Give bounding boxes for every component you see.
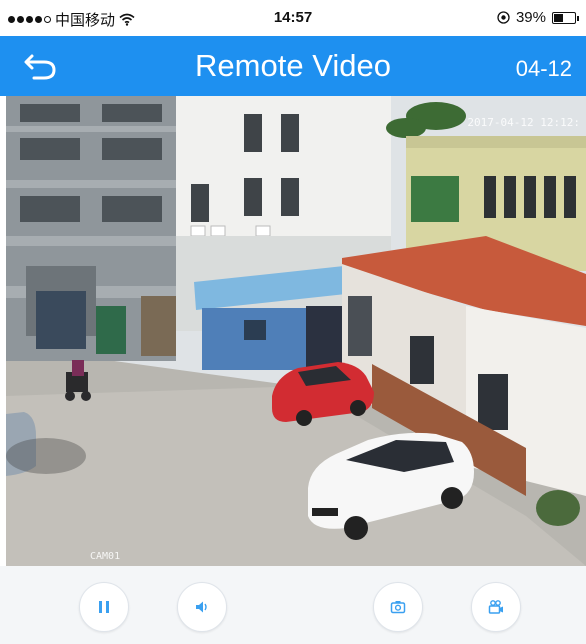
record-button[interactable]: [471, 582, 521, 632]
pause-icon: [99, 601, 109, 613]
nav-bar: Remote Video 04-12: [0, 36, 586, 96]
snapshot-button[interactable]: [373, 582, 423, 632]
video-channel-label: CAM01: [90, 551, 121, 562]
battery-icon: [552, 11, 579, 24]
video-frame: [6, 96, 586, 566]
camera-icon: [390, 601, 406, 614]
battery-level: [554, 13, 563, 22]
video-feed[interactable]: 2017-04-12 12:12: CAM01: [6, 96, 586, 566]
location-icon: [497, 11, 510, 24]
speaker-icon: [196, 601, 207, 613]
status-bar: 中国移动 14:57 39%: [0, 0, 586, 36]
date-selector[interactable]: 04-12: [516, 56, 572, 82]
playback-controls: [0, 566, 586, 644]
video-timestamp: 2017-04-12 12:12:: [467, 116, 580, 129]
pause-button[interactable]: [79, 582, 129, 632]
page-title: Remote Video: [195, 48, 391, 83]
video-camera-icon: [488, 600, 503, 614]
status-right: 39%: [497, 9, 579, 26]
battery-percent: 39%: [515, 9, 546, 26]
volume-button[interactable]: [177, 582, 227, 632]
